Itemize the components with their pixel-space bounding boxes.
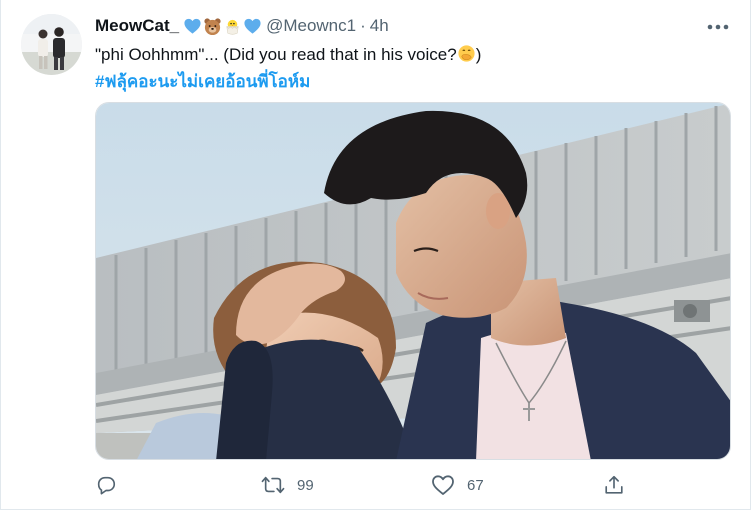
reply-icon <box>97 476 116 495</box>
like-count: 67 <box>467 476 484 494</box>
name-emoji-badges <box>183 17 262 36</box>
retweet-count: 99 <box>297 476 314 494</box>
separator-dot: · <box>360 16 366 35</box>
tweet-card[interactable]: MeowCat_ @Meownc1 · 4h "phi Oohhmm"... (… <box>0 0 751 510</box>
face-with-hand-over-mouth-icon <box>458 45 475 62</box>
retweet-icon <box>261 476 285 494</box>
share-button[interactable] <box>603 470 637 500</box>
tweet-photo[interactable] <box>95 102 731 460</box>
retweet-button[interactable]: 99 <box>261 470 314 500</box>
tweet-text-end: ) <box>475 45 482 64</box>
blue-heart-icon <box>244 18 261 34</box>
more-options-button[interactable] <box>705 17 731 37</box>
bear-face-icon <box>204 17 221 35</box>
avatar[interactable] <box>21 14 82 75</box>
author-handle[interactable]: @Meownc1 <box>266 16 356 36</box>
hashtag-link[interactable]: #ฟลุ้คอะนะไม่เคยอ้อนพี่โอห์ม <box>95 68 310 95</box>
like-button[interactable]: 67 <box>431 470 484 500</box>
reply-button[interactable] <box>95 470 129 500</box>
tweet-header: MeowCat_ @Meownc1 · 4h <box>95 14 389 38</box>
more-icon <box>707 24 729 30</box>
heart-icon <box>432 475 454 495</box>
tweet-timestamp[interactable]: 4h <box>370 16 389 36</box>
share-icon <box>605 475 623 494</box>
avatar-image <box>21 14 82 75</box>
blue-heart-icon <box>184 18 201 34</box>
tweet-text-body: "phi Oohhmm"... (Did you read that in hi… <box>95 45 457 64</box>
tweet-text: "phi Oohhmm"... (Did you read that in hi… <box>95 44 481 66</box>
tweet-actions-bar: 99 67 <box>95 470 635 500</box>
hatching-chick-icon <box>226 19 239 35</box>
photo-image <box>96 103 730 459</box>
author-display-name[interactable]: MeowCat_ <box>95 16 179 36</box>
